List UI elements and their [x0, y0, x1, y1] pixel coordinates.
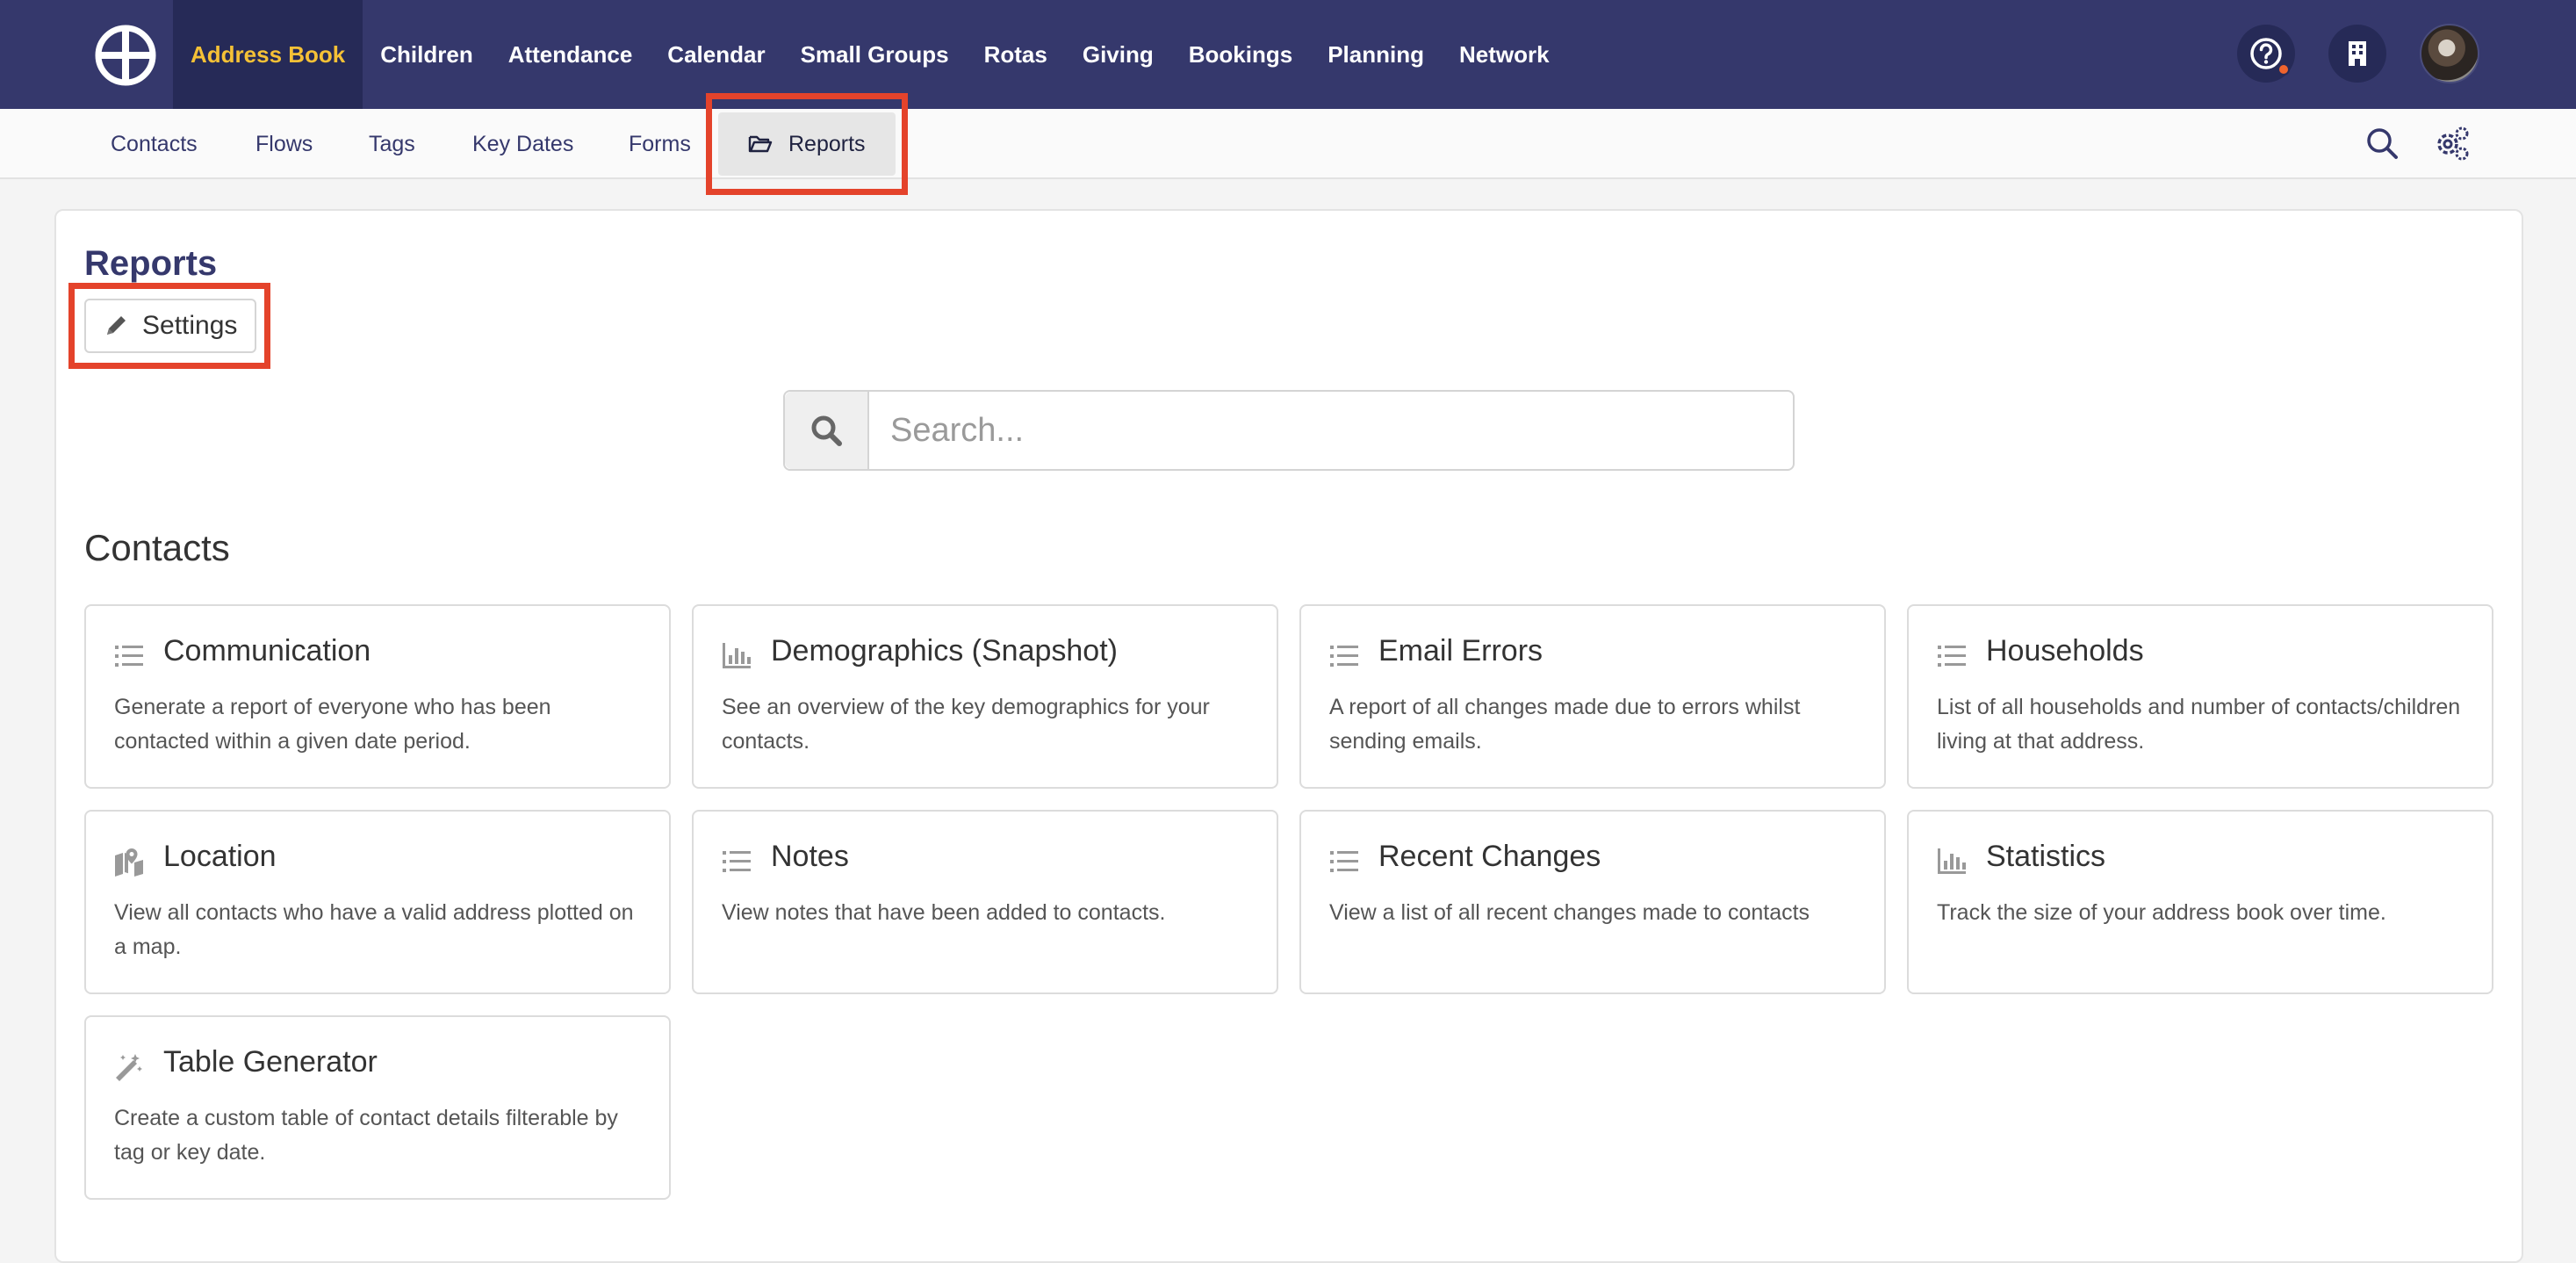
list-icon	[1330, 851, 1358, 872]
sub-navigation-bar: Contacts Flows Tags Key Dates Forms Repo…	[0, 109, 2576, 179]
report-card-notes[interactable]: Notes View notes that have been added to…	[692, 810, 1278, 994]
card-title: Location	[163, 840, 277, 873]
subnav-tags[interactable]: Tags	[369, 109, 415, 179]
card-description: See an overview of the key demographics …	[722, 695, 1210, 754]
report-card-demographics[interactable]: Demographics (Snapshot) See an overview …	[692, 604, 1278, 789]
card-title: Statistics	[1986, 840, 2106, 873]
list-icon	[115, 646, 143, 667]
bar-chart-icon	[1938, 848, 1966, 874]
highlight-settings-button	[68, 283, 270, 369]
help-button[interactable]	[2237, 25, 2295, 83]
nav-network[interactable]: Network	[1442, 0, 1567, 109]
report-card-recent-changes[interactable]: Recent Changes View a list of all recent…	[1299, 810, 1886, 994]
list-icon	[723, 851, 751, 872]
subnav-flows[interactable]: Flows	[255, 109, 313, 179]
card-description: View notes that have been added to conta…	[722, 900, 1166, 925]
user-avatar[interactable]	[2420, 24, 2479, 83]
search-icon[interactable]	[2364, 125, 2400, 162]
report-card-location[interactable]: Location View all contacts who have a va…	[84, 810, 671, 994]
card-title: Email Errors	[1378, 634, 1543, 668]
subnav-contacts[interactable]: Contacts	[111, 109, 198, 179]
map-marker-icon	[115, 848, 143, 877]
card-title: Notes	[771, 840, 849, 873]
search-addon	[785, 392, 869, 469]
nav-bookings[interactable]: Bookings	[1171, 0, 1310, 109]
page-title: Reports	[84, 244, 218, 283]
nav-address-book[interactable]: Address Book	[173, 0, 363, 109]
card-description: A report of all changes made due to erro…	[1329, 695, 1801, 754]
card-title: Demographics (Snapshot)	[771, 634, 1118, 668]
top-navigation-bar: Address Book Children Attendance Calenda…	[0, 0, 2576, 109]
nav-children[interactable]: Children	[363, 0, 490, 109]
organisation-button[interactable]	[2328, 25, 2386, 83]
building-icon	[2349, 41, 2366, 66]
report-search	[783, 390, 1795, 471]
card-description: View all contacts who have a valid addre…	[114, 900, 634, 959]
card-description: Create a custom table of contact details…	[114, 1106, 618, 1165]
notification-dot	[2277, 63, 2290, 76]
card-description: Generate a report of everyone who has be…	[114, 695, 551, 754]
nav-giving[interactable]: Giving	[1065, 0, 1171, 109]
report-card-communication[interactable]: Communication Generate a report of every…	[84, 604, 671, 789]
card-title: Table Generator	[163, 1045, 378, 1079]
card-title: Households	[1986, 634, 2144, 668]
card-description: View a list of all recent changes made t…	[1329, 900, 1810, 925]
card-description: List of all households and number of con…	[1937, 695, 2461, 754]
report-card-statistics[interactable]: Statistics Track the size of your addres…	[1907, 810, 2493, 994]
highlight-reports-tab	[706, 93, 908, 195]
nav-attendance[interactable]: Attendance	[491, 0, 651, 109]
report-card-email-errors[interactable]: Email Errors A report of all changes mad…	[1299, 604, 1886, 789]
list-icon	[1938, 646, 1966, 667]
section-title-contacts: Contacts	[84, 527, 230, 568]
card-description: Track the size of your address book over…	[1937, 900, 2386, 925]
list-icon	[1330, 646, 1358, 667]
search-icon	[811, 415, 842, 446]
card-title: Communication	[163, 634, 371, 668]
app-logo-icon[interactable]	[95, 25, 156, 86]
report-card-households[interactable]: Households List of all households and nu…	[1907, 604, 2493, 789]
nav-planning[interactable]: Planning	[1310, 0, 1442, 109]
subnav-key-dates[interactable]: Key Dates	[472, 109, 573, 179]
nav-rotas[interactable]: Rotas	[967, 0, 1065, 109]
search-input[interactable]	[869, 392, 1793, 469]
card-title: Recent Changes	[1378, 840, 1601, 873]
bar-chart-icon	[723, 643, 751, 668]
subnav-forms[interactable]: Forms	[629, 109, 691, 179]
magic-wand-icon	[116, 1054, 142, 1081]
report-card-table-generator[interactable]: Table Generator Create a custom table of…	[84, 1015, 671, 1200]
cogs-icon[interactable]	[2434, 125, 2471, 162]
